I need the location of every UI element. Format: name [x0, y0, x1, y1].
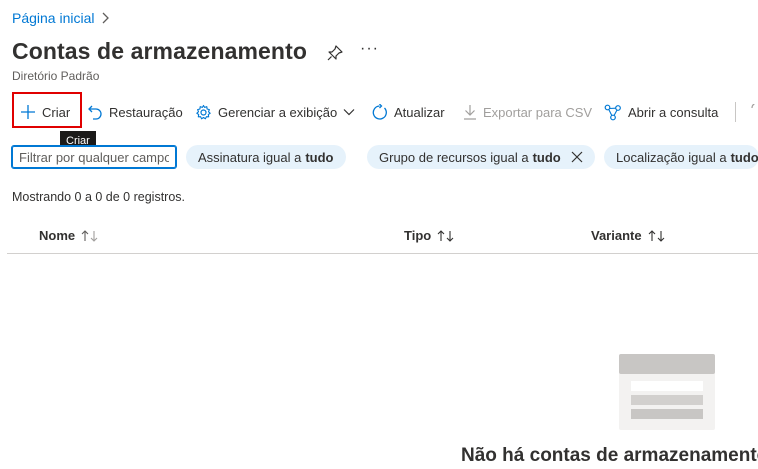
- close-icon[interactable]: [571, 151, 583, 163]
- export-csv-button[interactable]: Exportar para CSV: [463, 92, 592, 132]
- sort-icon: [437, 229, 454, 242]
- table-header-divider: [7, 253, 758, 254]
- download-icon: [464, 105, 476, 120]
- column-header-type[interactable]: Tipo: [404, 228, 455, 243]
- create-button[interactable]: Criar: [20, 92, 70, 132]
- command-toolbar: Criar Restauração Gerenciar a exibição A…: [0, 92, 758, 132]
- open-query-label: Abrir a consulta: [628, 104, 719, 120]
- filter-pill-location[interactable]: Localização igual a tudo: [604, 145, 758, 169]
- create-label: Criar: [42, 104, 71, 120]
- plus-icon: [21, 105, 35, 119]
- column-header-label: Tipo: [404, 228, 432, 243]
- refresh-button[interactable]: Atualizar: [371, 92, 445, 132]
- records-count: Mostrando 0 a 0 de 0 registros.: [12, 190, 186, 204]
- filter-pill-label: Localização igual a: [616, 149, 727, 165]
- filter-pill-value: tudo: [730, 149, 758, 165]
- breadcrumb: Página inicial: [12, 10, 109, 26]
- restore-label: Restauração: [109, 104, 183, 120]
- filter-pill-subscription[interactable]: Assinatura igual a tudo: [186, 145, 346, 169]
- query-icon: [604, 104, 621, 120]
- chevron-right-icon: [102, 12, 109, 24]
- sort-icon: [81, 229, 98, 242]
- more-options-button[interactable]: ···: [360, 40, 379, 58]
- filter-pill-label: Assinatura igual a: [198, 149, 302, 165]
- restore-button[interactable]: Restauração: [87, 92, 183, 132]
- page-subtitle: Diretório Padrão: [12, 69, 100, 83]
- toolbar-divider: [735, 102, 736, 122]
- page-title: Contas de armazenamento: [12, 38, 307, 64]
- column-header-name[interactable]: Nome: [39, 228, 99, 243]
- manage-view-button[interactable]: Gerenciar a exibição: [195, 92, 355, 132]
- column-header-label: Variante: [591, 228, 642, 243]
- export-csv-label: Exportar para CSV: [483, 104, 593, 120]
- chevron-down-icon: [343, 109, 355, 116]
- refresh-icon: [372, 103, 387, 120]
- empty-state-icon: [619, 354, 715, 430]
- breadcrumb-home-link[interactable]: Página inicial: [12, 10, 95, 26]
- open-query-button[interactable]: Abrir a consulta: [604, 92, 718, 132]
- refresh-label: Atualizar: [394, 104, 445, 120]
- filter-input[interactable]: [11, 145, 177, 169]
- overflow-icon[interactable]: [750, 104, 758, 118]
- sort-icon: [648, 229, 664, 242]
- manage-view-label: Gerenciar a exibição: [218, 104, 338, 120]
- empty-state-message: Não há contas de armazenamento: [461, 445, 758, 466]
- column-header-label: Nome: [39, 228, 76, 243]
- filter-pill-value: tudo: [532, 149, 561, 165]
- column-header-variant[interactable]: Variante: [591, 228, 666, 243]
- filter-pill-label: Grupo de recursos igual a: [379, 149, 529, 165]
- pin-icon[interactable]: [326, 44, 344, 62]
- undo-icon: [88, 105, 102, 120]
- filter-pill-resource-group[interactable]: Grupo de recursos igual a tudo: [367, 145, 595, 169]
- gear-icon: [196, 104, 211, 119]
- filter-pill-value: tudo: [305, 149, 334, 165]
